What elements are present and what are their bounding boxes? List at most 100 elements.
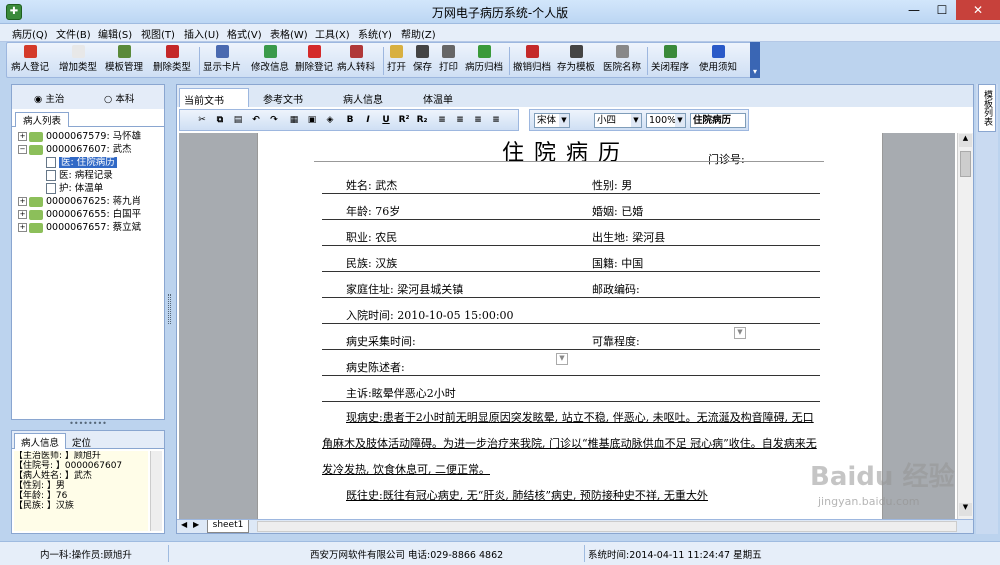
tab-reference-document[interactable]: 参考文书: [263, 91, 303, 106]
menu-system[interactable]: 系统(Y): [358, 26, 392, 41]
undo-icon[interactable]: ↶: [250, 114, 262, 126]
menu-view[interactable]: 视图(T): [141, 26, 175, 41]
toolbar-button-7[interactable]: 删除登记: [295, 45, 333, 77]
dropdown-icon[interactable]: ▼: [556, 353, 568, 365]
field-name[interactable]: 姓名: 武杰: [346, 177, 397, 193]
field-address[interactable]: 家庭住址: 梁河县城关镇: [346, 281, 463, 297]
redo-icon[interactable]: ↷: [268, 114, 280, 126]
font-family-select[interactable]: 宋体 ▼: [534, 113, 570, 128]
tab-temperature-chart[interactable]: 体温单: [423, 91, 453, 106]
menu-insert[interactable]: 插入(U): [184, 26, 219, 41]
expand-icon[interactable]: +: [18, 197, 27, 206]
minimize-button[interactable]: —: [900, 0, 928, 20]
toolbar-button-1[interactable]: 病人登记: [11, 45, 49, 77]
radio-department[interactable]: ○ 本科: [104, 91, 134, 105]
tab-template-list[interactable]: 模板列表: [978, 84, 996, 132]
justify-icon[interactable]: ≡: [490, 114, 502, 126]
tree-document-item[interactable]: 医: 住院病历: [46, 157, 117, 169]
scroll-down-icon[interactable]: ▼: [959, 503, 972, 516]
toolbar-button-3[interactable]: 模板管理: [105, 45, 143, 77]
maximize-button[interactable]: ☐: [928, 0, 956, 20]
document-horizontal-scrollbar[interactable]: [257, 521, 957, 532]
tree-patient-item[interactable]: +0000067657: 蔡立斌: [18, 222, 141, 234]
field-reliability[interactable]: 可靠程度:: [592, 333, 640, 349]
tree-patient-item[interactable]: +0000067655: 白国平: [18, 209, 141, 221]
tab-locate[interactable]: 定位: [72, 435, 91, 449]
info-scrollbar[interactable]: [150, 451, 162, 531]
font-size-select[interactable]: 小四 ▼: [594, 113, 642, 128]
field-narrator[interactable]: 病史陈述者:: [346, 359, 405, 375]
radio-attending[interactable]: ◉ 主治: [34, 91, 64, 105]
zoom-select[interactable]: 100% ▼: [646, 113, 686, 128]
menu-tools[interactable]: 工具(X): [315, 26, 350, 41]
field-postcode[interactable]: 邮政编码:: [592, 281, 640, 297]
toolbar-button-8[interactable]: 病人转科: [337, 45, 375, 77]
menu-format[interactable]: 格式(V): [227, 26, 262, 41]
field-age[interactable]: 年龄: 76岁: [346, 203, 400, 219]
collapse-icon[interactable]: −: [18, 145, 27, 154]
scroll-thumb[interactable]: [960, 151, 971, 177]
scroll-up-icon[interactable]: ▲: [959, 134, 972, 147]
toolbar-button-6[interactable]: 修改信息: [251, 45, 289, 77]
present-illness[interactable]: 现病史:患者于2小时前无明显原因突发眩晕, 站立不稳, 伴恶心, 未呕吐。无流涎…: [322, 405, 822, 483]
tab-current-document[interactable]: 当前文书: [179, 88, 249, 107]
sheet-prev-icon[interactable]: ◀: [181, 520, 187, 529]
sheet-tab[interactable]: sheet1: [207, 520, 249, 533]
field-ethnicity[interactable]: 民族: 汉族: [346, 255, 397, 271]
image-icon[interactable]: ◈: [324, 114, 336, 126]
underline-icon[interactable]: U: [380, 114, 392, 126]
expand-icon[interactable]: +: [18, 132, 27, 141]
field-admission-time[interactable]: 入院时间: 2010-10-05 15:00:00: [346, 307, 514, 323]
toolbar-button-14[interactable]: 存为模板: [557, 45, 595, 77]
toolbar-button-9[interactable]: 打开: [387, 45, 406, 77]
toolbar-button-2[interactable]: 增加类型: [59, 45, 97, 77]
field-birthplace[interactable]: 出生地: 梁河县: [592, 229, 665, 245]
past-history[interactable]: 既往史:既往有冠心病史, 无“肝炎, 肺结核”病史, 预防接种史不祥, 无重大外: [322, 483, 822, 509]
toolbar-button-5[interactable]: 显示卡片: [203, 45, 241, 77]
superscript-icon[interactable]: R²: [398, 114, 410, 126]
sheet-next-icon[interactable]: ▶: [193, 520, 199, 529]
toolbar-button-17[interactable]: 使用须知: [699, 45, 737, 77]
align-left-icon[interactable]: ≡: [436, 114, 448, 126]
toolbar-button-15[interactable]: 医院名称: [603, 45, 641, 77]
toolbar-button-12[interactable]: 病历归档: [465, 45, 503, 77]
panel-splitter[interactable]: ••••••••: [11, 420, 165, 429]
chief-complaint[interactable]: 主诉:眩晕伴恶心2小时: [346, 385, 456, 401]
toolbar-button-11[interactable]: 打印: [439, 45, 458, 77]
paste-icon[interactable]: ▤: [232, 114, 244, 126]
expand-icon[interactable]: +: [18, 210, 27, 219]
vertical-splitter[interactable]: [166, 84, 174, 534]
menu-medical-record[interactable]: 病历(Q): [12, 26, 48, 41]
field-sex[interactable]: 性别: 男: [592, 177, 632, 193]
tree-patient-item[interactable]: − 0000067607: 武杰: [18, 144, 132, 156]
menu-table[interactable]: 表格(W): [270, 26, 308, 41]
italic-icon[interactable]: I: [362, 114, 374, 126]
menu-edit[interactable]: 编辑(S): [98, 26, 132, 41]
tab-patient-info[interactable]: 病人信息: [14, 433, 66, 449]
bold-icon[interactable]: B: [344, 114, 356, 126]
cut-icon[interactable]: ✂: [196, 114, 208, 126]
toolbar-button-16[interactable]: 关闭程序: [651, 45, 689, 77]
expand-icon[interactable]: +: [18, 223, 27, 232]
tree-patient-item[interactable]: +0000067625: 蒋九肖: [18, 196, 141, 208]
field-history-time[interactable]: 病史采集时间:: [346, 333, 416, 349]
tree-document-item[interactable]: 医: 病程记录: [46, 170, 113, 182]
toolbar-button-4[interactable]: 删除类型: [153, 45, 191, 77]
tree-patient-item[interactable]: +0000067579: 马怀雄: [18, 131, 141, 143]
menu-file[interactable]: 文件(B): [56, 26, 91, 41]
tab-patient-list[interactable]: 病人列表: [15, 112, 69, 127]
table-icon[interactable]: ▦: [288, 114, 300, 126]
copy-icon[interactable]: ⧉: [214, 114, 226, 126]
subscript-icon[interactable]: R₂: [416, 114, 428, 126]
insert-field-icon[interactable]: ▣: [306, 114, 318, 126]
close-button[interactable]: ✕: [956, 0, 1000, 20]
menu-help[interactable]: 帮助(Z): [401, 26, 436, 41]
toolbar-button-13[interactable]: 撤销归档: [513, 45, 551, 77]
field-nationality[interactable]: 国籍: 中国: [592, 255, 643, 271]
tree-document-item[interactable]: 护: 体温单: [46, 183, 103, 195]
tab-patient-info-doc[interactable]: 病人信息: [343, 91, 383, 106]
record-page[interactable]: 住院病历 门诊号: 姓名: 武杰 性别: 男 年龄: 76岁 婚姻: 已婚 职业…: [257, 133, 883, 519]
dropdown-icon[interactable]: ▼: [734, 327, 746, 339]
align-center-icon[interactable]: ≡: [454, 114, 466, 126]
toolbar-button-10[interactable]: 保存: [413, 45, 432, 77]
